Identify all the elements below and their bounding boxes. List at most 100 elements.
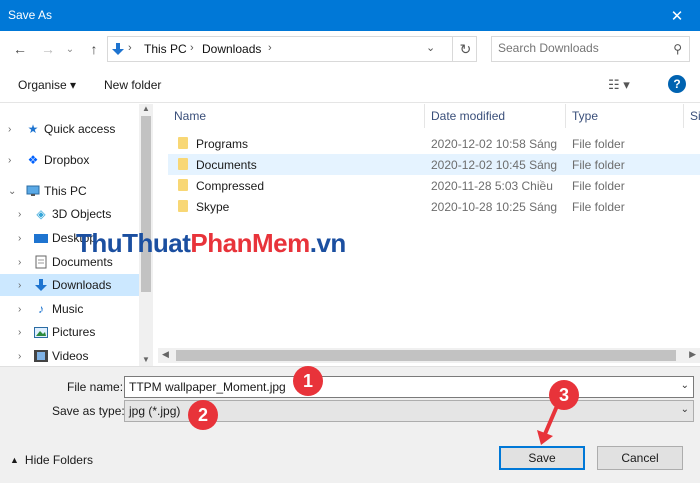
expand-chevron-icon[interactable]: ›	[18, 304, 21, 315]
file-type: File folder	[572, 137, 625, 151]
table-row[interactable]: Skype 2020-10-28 10:25 Sáng File folder	[168, 196, 700, 217]
expand-chevron-icon[interactable]: ›	[8, 124, 11, 135]
file-name-field[interactable]: ⌄	[124, 376, 694, 398]
folder-icon	[178, 158, 188, 170]
breadcrumb-downloads[interactable]: Downloads	[202, 42, 261, 56]
address-bar[interactable]: › This PC › Downloads › ⌄	[107, 36, 477, 62]
folder-icon	[178, 179, 188, 191]
new-folder-button[interactable]: New folder	[104, 78, 161, 92]
window-title: Save As	[8, 8, 53, 22]
download-icon	[34, 278, 48, 292]
pictures-icon	[34, 325, 48, 339]
scroll-up-icon[interactable]: ▲	[142, 104, 150, 113]
file-date: 2020-11-28 5:03 Chiều	[431, 179, 553, 193]
expand-chevron-icon[interactable]: ›	[18, 327, 21, 338]
cube-icon: ◈	[36, 207, 46, 221]
sidebar-item-label: Dropbox	[44, 153, 90, 167]
table-row[interactable]: Compressed 2020-11-28 5:03 Chiều File fo…	[168, 175, 700, 196]
close-button[interactable]: ✕	[654, 0, 700, 31]
download-location-icon	[112, 43, 124, 59]
refresh-button[interactable]: ↻	[452, 36, 478, 62]
star-icon: ★	[27, 122, 39, 136]
file-name: Programs	[196, 137, 249, 151]
address-dropdown-icon[interactable]: ⌄	[426, 41, 435, 54]
sidebar-item-label: Downloads	[52, 278, 112, 292]
column-header-name[interactable]: Name	[158, 104, 425, 128]
file-type: File folder	[572, 158, 625, 172]
expand-chevron-icon[interactable]: ›	[18, 233, 21, 244]
watermark-part: .vn	[309, 228, 347, 258]
hide-folders-button[interactable]: ▲ Hide Folders	[10, 453, 93, 467]
table-row[interactable]: Programs 2020-12-02 10:58 Sáng File fold…	[168, 133, 700, 154]
sidebar-item-label: 3D Objects	[52, 207, 112, 221]
refresh-icon: ↻	[459, 40, 472, 57]
up-arrow-icon[interactable]: ↑	[84, 39, 104, 59]
close-icon: ✕	[670, 7, 684, 25]
videos-icon	[34, 349, 48, 363]
file-name-label: File name:	[67, 380, 124, 394]
help-button[interactable]: ?	[668, 75, 686, 93]
annotation-arrow-icon	[537, 405, 559, 445]
scrollbar-thumb[interactable]	[176, 350, 676, 361]
breadcrumb-separator-icon: ›	[128, 42, 132, 54]
save-button[interactable]: Save	[499, 446, 585, 470]
sidebar-item-label: Quick access	[44, 122, 116, 136]
sidebar-item-this-pc[interactable]: ⌄ This PC	[0, 180, 140, 202]
computer-icon	[26, 184, 40, 198]
sidebar-item-label: Pictures	[52, 325, 96, 339]
file-date: 2020-12-02 10:58 Sáng	[431, 137, 558, 151]
command-bar: Organise ▾ New folder ☷ ▾ ?	[0, 67, 700, 103]
watermark-part: PhanMem	[190, 228, 310, 258]
save-options-panel: File name: ⌄ Save as type: jpg (*.jpg) ⌄…	[0, 366, 700, 483]
sidebar-item-videos[interactable]: › Videos	[0, 345, 140, 367]
breadcrumb-separator-icon: ›	[268, 42, 272, 54]
folder-icon	[178, 137, 188, 149]
collapse-chevron-icon[interactable]: ⌄	[8, 186, 16, 197]
back-arrow-icon[interactable]: ←	[10, 39, 30, 59]
chevron-down-icon[interactable]: ⌄	[681, 380, 689, 391]
sidebar-item-3d-objects[interactable]: › ◈ 3D Objects	[0, 203, 140, 225]
expand-chevron-icon[interactable]: ›	[8, 155, 11, 166]
file-type: File folder	[572, 179, 625, 193]
search-input[interactable]	[498, 41, 658, 55]
column-header-size[interactable]: Si	[684, 104, 700, 128]
file-date: 2020-10-28 10:25 Sáng	[431, 200, 558, 214]
sidebar-item-music[interactable]: › ♪ Music	[0, 298, 140, 320]
file-list-horizontal-scrollbar[interactable]: ◀ ▶	[158, 348, 700, 363]
save-as-type-label: Save as type:	[52, 404, 125, 418]
sidebar-item-label: Music	[52, 302, 84, 316]
expand-chevron-icon[interactable]: ›	[18, 280, 21, 291]
recent-locations-chevron-icon[interactable]: ⌄	[60, 39, 80, 59]
column-header-date-modified[interactable]: Date modified	[425, 104, 566, 128]
sidebar-item-dropbox[interactable]: › ❖ Dropbox	[0, 149, 140, 171]
file-name: Compressed	[196, 179, 265, 193]
breadcrumb-this-pc[interactable]: This PC	[144, 42, 187, 56]
file-name: Documents	[196, 158, 257, 172]
scroll-right-icon[interactable]: ▶	[689, 349, 696, 360]
sidebar-item-label: Videos	[52, 349, 89, 363]
expand-chevron-icon[interactable]: ›	[18, 351, 21, 362]
dropbox-icon: ❖	[27, 153, 39, 167]
chevron-down-icon[interactable]: ⌄	[681, 404, 689, 415]
scroll-left-icon[interactable]: ◀	[162, 349, 169, 360]
scrollbar-thumb[interactable]	[141, 116, 151, 292]
view-options-icon[interactable]: ☷ ▾	[608, 77, 630, 93]
forward-arrow-icon[interactable]: →	[38, 39, 58, 59]
save-as-type-value: jpg (*.jpg)	[129, 404, 181, 418]
expand-chevron-icon[interactable]: ›	[18, 257, 21, 268]
watermark-logo: ThuThuatPhanMem.vn	[76, 228, 346, 259]
title-bar: Save As ✕	[0, 0, 700, 31]
annotation-badge-2: 2	[188, 400, 218, 430]
desktop-icon	[34, 231, 48, 245]
sidebar-item-quick-access[interactable]: › ★ Quick access	[0, 118, 140, 140]
search-box[interactable]: ⚲	[491, 36, 690, 62]
organise-button[interactable]: Organise ▾	[18, 78, 76, 92]
column-header-type[interactable]: Type	[566, 104, 684, 128]
sidebar-item-downloads[interactable]: › Downloads	[0, 274, 140, 296]
scroll-down-icon[interactable]: ▼	[142, 355, 150, 364]
table-row[interactable]: Documents 2020-12-02 10:45 Sáng File fol…	[168, 154, 700, 175]
sidebar-item-pictures[interactable]: › Pictures	[0, 321, 140, 343]
expand-chevron-icon[interactable]: ›	[18, 209, 21, 220]
file-date: 2020-12-02 10:45 Sáng	[431, 158, 558, 172]
cancel-button[interactable]: Cancel	[597, 446, 683, 470]
